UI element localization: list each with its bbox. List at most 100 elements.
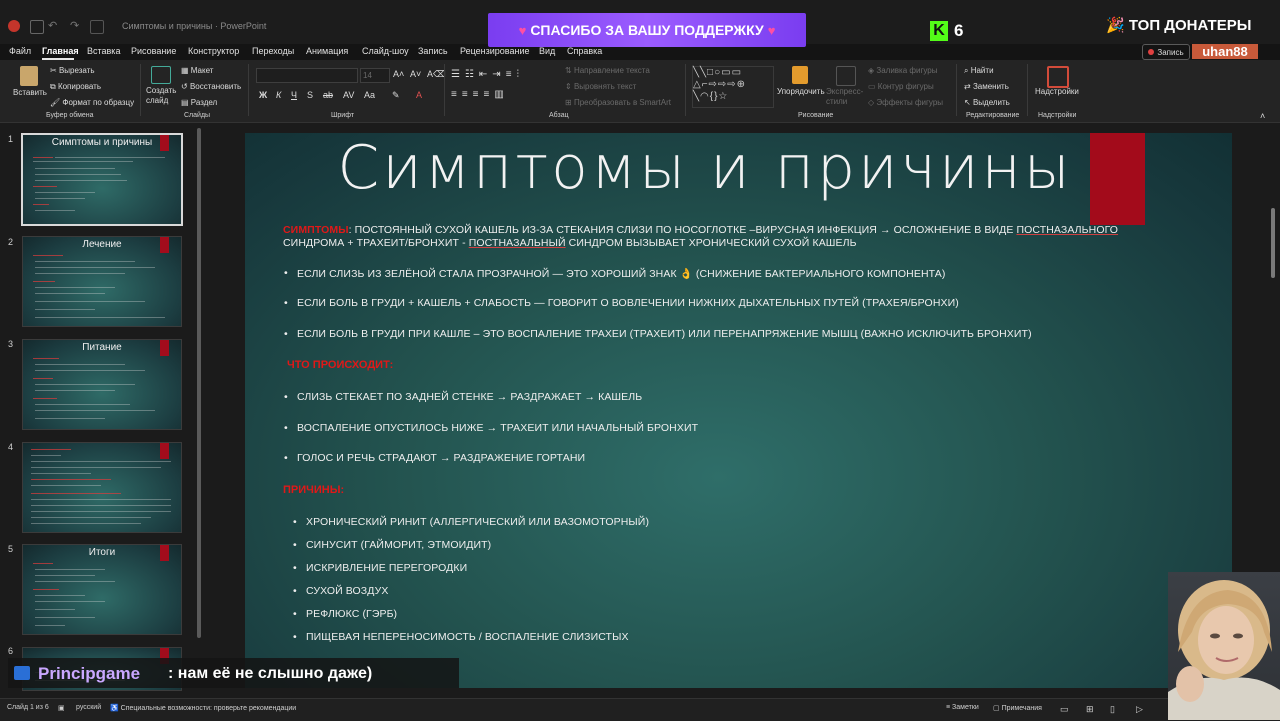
shrink-font-icon[interactable]: A˅ — [410, 69, 421, 79]
list-icons[interactable]: ☰☷⇤⇥≡⫶ — [451, 69, 524, 80]
italic-icon[interactable]: К — [276, 90, 281, 100]
bullet-item[interactable]: ЕСЛИ БОЛЬ В ГРУДИ ПРИ КАШЛЕ – ЭТО ВОСПАЛ… — [284, 328, 1032, 340]
accessibility-label: Специальные возможности: проверьте реком… — [120, 705, 297, 712]
menu-home[interactable]: Главная — [42, 46, 79, 56]
accessibility-status[interactable]: ♿ Специальные возможности: проверьте рек… — [110, 704, 296, 712]
replace-button[interactable]: ⇄ Заменить — [964, 82, 1009, 91]
new-slide-icon[interactable] — [151, 66, 171, 84]
bullet-item[interactable]: СУХОЙ ВОЗДУХ — [293, 585, 388, 597]
bullet-item[interactable]: ЕСЛИ СЛИЗЬ ИЗ ЗЕЛЁНОЙ СТАЛА ПРОЗРАЧНОЙ —… — [284, 267, 946, 280]
shapes-gallery[interactable]: ╲╲□○▭▭ △⌐⇨⇨⇨⊕ ╲◠{}☆ — [692, 66, 774, 108]
shape-fill-button[interactable]: ◈ Заливка фигуры — [868, 66, 937, 75]
slide[interactable]: Симптомы и причины СИМПТОМЫ: ПОСТОЯННЫЙ … — [245, 133, 1232, 688]
arrange-button[interactable]: Упорядочить — [777, 87, 825, 96]
select-button[interactable]: ↖ Выделить — [964, 98, 1010, 107]
symptoms-line-1[interactable]: СИМПТОМЫ: ПОСТОЯННЫЙ СУХОЙ КАШЕЛЬ ИЗ-ЗА … — [283, 224, 1118, 236]
paste-icon[interactable] — [20, 66, 38, 86]
shadow-icon[interactable]: S — [307, 90, 313, 100]
align-icons[interactable]: ≡≡≡≡▥ — [451, 89, 509, 100]
bullet-item[interactable]: ЕСЛИ БОЛЬ В ГРУДИ + КАШЕЛЬ + СЛАБОСТЬ — … — [284, 297, 959, 309]
symptoms-line-2[interactable]: СИНДРОМА + ТРАХЕИТ/БРОНХИТ - ПОСТНАЗАЛЬН… — [283, 237, 857, 249]
sorter-view-icon[interactable]: ⊞ — [1086, 704, 1094, 715]
menu-draw[interactable]: Рисование — [131, 46, 176, 56]
notes-button[interactable]: ≡ Заметки — [946, 704, 979, 711]
thumbnails-scrollbar[interactable] — [197, 128, 201, 638]
menu-record[interactable]: Запись — [418, 46, 448, 56]
strikethrough-icon[interactable]: ab — [323, 90, 333, 100]
new-slide-button[interactable]: Создать слайд — [146, 86, 176, 106]
quick-styles-button[interactable]: Экспресс-стили — [826, 87, 866, 107]
find-button[interactable]: ⌕ Найти — [964, 66, 994, 76]
bold-icon[interactable]: Ж — [259, 90, 267, 100]
shape-outline-button[interactable]: ▭ Контур фигуры — [868, 82, 934, 91]
menu-animations[interactable]: Анимация — [306, 46, 348, 56]
underline-icon[interactable]: Ч — [291, 90, 297, 100]
bullet-item[interactable]: СИНУСИТ (ГАЙМОРИТ, ЭТМОИДИТ) — [293, 539, 491, 551]
bullet-item[interactable]: ИСКРИВЛЕНИЕ ПЕРЕГОРОДКИ — [293, 562, 467, 574]
font-family-select[interactable] — [256, 68, 358, 83]
menu-design[interactable]: Конструктор — [188, 46, 239, 56]
causes-heading[interactable]: ПРИЧИНЫ: — [283, 484, 344, 496]
bullet-item[interactable]: РЕФЛЮКС (ГЭРБ) — [293, 608, 397, 620]
comments-button[interactable]: ▢ Примечания — [993, 704, 1042, 712]
menu-slideshow[interactable]: Слайд-шоу — [362, 46, 409, 56]
record-button[interactable]: Запись — [1142, 44, 1190, 60]
font-color-icon[interactable]: A — [416, 90, 422, 100]
quick-styles-icon[interactable] — [836, 66, 856, 86]
thumbnail-title: Питание — [82, 342, 122, 353]
menu-view[interactable]: Вид — [539, 46, 555, 56]
slide-title[interactable]: Симптомы и причины — [245, 133, 1165, 203]
slide-thumbnail-2[interactable]: Лечение — [22, 236, 182, 327]
replace-label: Заменить — [972, 82, 1009, 91]
slide-counter: Слайд 1 из 6 — [7, 704, 49, 711]
cut-button[interactable]: ✂ Вырезать — [50, 66, 95, 75]
redo-icon[interactable]: ↷ — [70, 19, 79, 32]
font-size-select[interactable]: 14 — [360, 68, 390, 83]
spacing-icon[interactable]: AV — [343, 90, 354, 100]
slideshow-view-icon[interactable]: ▷ — [1136, 704, 1143, 715]
slide-thumbnail-5[interactable]: Итоги — [22, 544, 182, 635]
menu-file[interactable]: Файл — [9, 46, 31, 56]
slide-thumbnail-4[interactable] — [22, 442, 182, 533]
section-button[interactable]: ▤ Раздел — [181, 98, 217, 107]
language-indicator[interactable]: русский — [76, 704, 101, 711]
grow-font-icon[interactable]: A˄ — [393, 69, 404, 79]
thumbnail-text-line — [35, 384, 135, 385]
addins-button[interactable]: Надстройки — [1035, 87, 1079, 96]
undo-icon[interactable]: ↶ — [48, 19, 57, 32]
slide-thumbnail-3[interactable]: Питание — [22, 339, 182, 430]
layout-button[interactable]: ▦ Макет — [181, 66, 213, 75]
bullet-item[interactable]: ПИЩЕВАЯ НЕПЕРЕНОСИМОСТЬ / ВОСПАЛЕНИЕ СЛИ… — [293, 631, 629, 643]
bullet-item[interactable]: ГОЛОС И РЕЧЬ СТРАДАЮТ → РАЗДРАЖЕНИЕ ГОРТ… — [284, 452, 585, 464]
paste-button[interactable]: Вставить — [13, 88, 47, 97]
reading-view-icon[interactable]: ▯ — [1110, 704, 1115, 715]
bullet-item[interactable]: ВОСПАЛЕНИЕ ОПУСТИЛОСЬ НИЖЕ → ТРАХЕИТ ИЛИ… — [284, 422, 698, 434]
save-icon[interactable] — [30, 20, 44, 34]
menu-insert[interactable]: Вставка — [87, 46, 120, 56]
collapse-ribbon-icon[interactable]: ˄ — [1260, 111, 1265, 121]
text-direction-button[interactable]: ⇅ Направление текста — [565, 66, 650, 75]
slide-thumbnail-1[interactable]: Симптомы и причины — [21, 133, 183, 226]
menu-help[interactable]: Справка — [567, 46, 602, 56]
reset-button[interactable]: ↺ Восстановить — [181, 82, 241, 91]
clear-format-icon[interactable]: A⌫ — [427, 69, 446, 80]
format-painter-button[interactable]: 🖌 Формат по образцу — [50, 98, 134, 107]
arrange-icon[interactable] — [792, 66, 808, 84]
normal-view-icon[interactable]: ▭ — [1060, 704, 1069, 715]
shape-effects-button[interactable]: ◇ Эффекты фигуры — [868, 98, 943, 107]
slide-scrollbar[interactable] — [1271, 208, 1275, 278]
copy-button[interactable]: ⧉ Копировать — [50, 82, 101, 92]
addins-icon[interactable] — [1047, 66, 1069, 88]
menu-review[interactable]: Рецензирование — [460, 46, 530, 56]
smartart-button[interactable]: ⊞ Преобразовать в SmartArt — [565, 98, 671, 107]
bullet-item[interactable]: ХРОНИЧЕСКИЙ РИНИТ (АЛЛЕРГИЧЕСКИЙ ИЛИ ВАЗ… — [293, 516, 649, 528]
change-case-icon[interactable]: Aa — [364, 90, 375, 100]
what-happens-heading[interactable]: ЧТО ПРОИСХОДИТ: — [287, 359, 393, 371]
quick-access-icon[interactable] — [90, 20, 104, 34]
smartart-label: Преобразовать в SmartArt — [573, 98, 671, 107]
bullet-item[interactable]: СЛИЗЬ СТЕКАЕТ ПО ЗАДНЕЙ СТЕНКЕ → РАЗДРАЖ… — [284, 391, 642, 403]
spellcheck-icon[interactable]: ▣ — [58, 704, 65, 712]
align-text-button[interactable]: ⇕ Выровнять текст — [565, 82, 636, 91]
highlight-icon[interactable]: ✎ — [392, 90, 400, 101]
menu-transitions[interactable]: Переходы — [252, 46, 294, 56]
